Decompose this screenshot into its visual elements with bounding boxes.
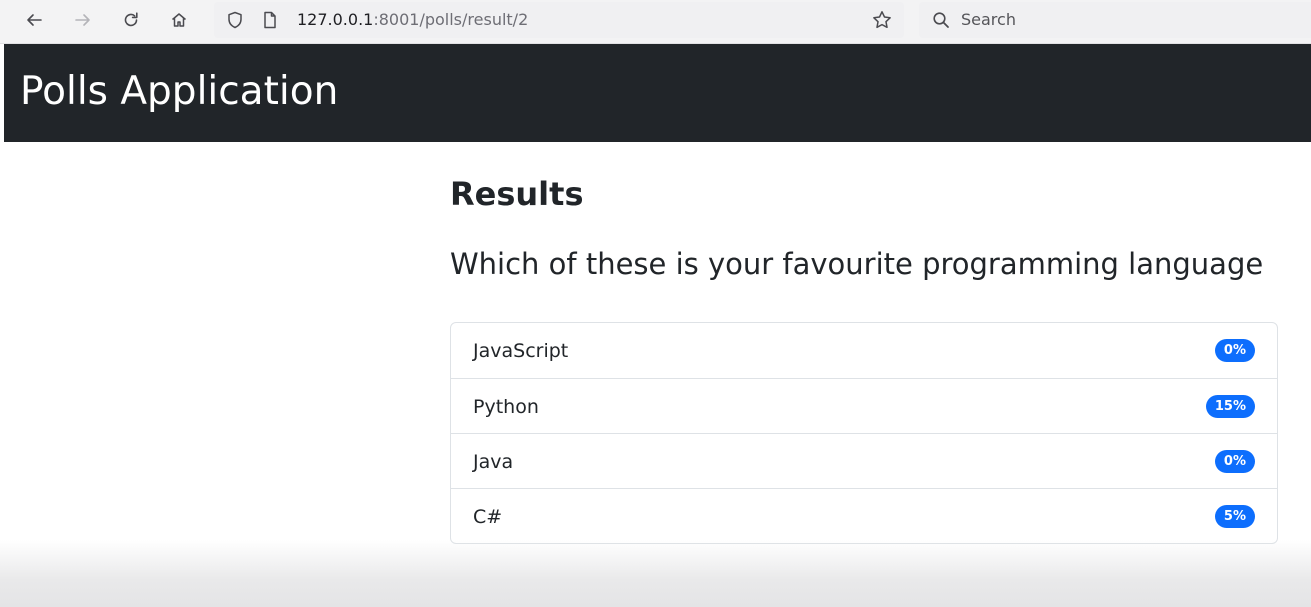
- reload-button[interactable]: [117, 6, 145, 34]
- star-icon[interactable]: [872, 10, 892, 34]
- browser-toolbar: 127.0.0.1:8001/polls/result/2 Search: [0, 0, 1311, 44]
- forward-button[interactable]: [69, 6, 97, 34]
- reload-icon: [124, 12, 138, 27]
- back-arrow-icon: [27, 14, 42, 26]
- page-icon: [262, 11, 278, 33]
- result-item-java: Java 0%: [451, 433, 1277, 488]
- url-path: :8001/polls/result/2: [373, 10, 529, 29]
- forward-arrow-icon: [75, 14, 90, 26]
- shield-icon[interactable]: [226, 11, 244, 33]
- percent-badge: 5%: [1214, 505, 1255, 528]
- results-container: Results Which of these is your favourite…: [450, 170, 1278, 544]
- navbar-brand[interactable]: Polls Application: [20, 68, 338, 116]
- navbar: Polls Application: [4, 44, 1311, 142]
- home-button[interactable]: [165, 6, 193, 34]
- back-button[interactable]: [20, 6, 48, 34]
- result-list: JavaScript 0% Python 15% Java 0% C# 5%: [450, 322, 1278, 544]
- percent-badge: 0%: [1214, 450, 1255, 473]
- choice-label: Python: [473, 396, 539, 418]
- url-host: 127.0.0.1: [297, 10, 374, 29]
- percent-badge: 0%: [1214, 339, 1255, 362]
- page-title: Results: [450, 175, 584, 213]
- search-placeholder: Search: [961, 10, 1016, 29]
- choice-label: JavaScript: [473, 340, 569, 362]
- home-icon: [172, 13, 186, 27]
- search-icon: [932, 11, 950, 33]
- search-bar[interactable]: Search: [919, 2, 1311, 38]
- question-text: Which of these is your favourite program…: [450, 247, 1264, 281]
- choice-label: C#: [473, 506, 503, 528]
- result-item-csharp: C# 5%: [451, 488, 1277, 543]
- choice-label: Java: [473, 451, 514, 473]
- result-item-python: Python 15%: [451, 378, 1277, 433]
- percent-badge: 15%: [1205, 395, 1255, 418]
- bottom-fade: [0, 540, 1311, 607]
- url-bar[interactable]: 127.0.0.1:8001/polls/result/2: [214, 2, 904, 38]
- result-item-javascript: JavaScript 0%: [451, 323, 1277, 378]
- url-text[interactable]: 127.0.0.1:8001/polls/result/2: [297, 10, 528, 30]
